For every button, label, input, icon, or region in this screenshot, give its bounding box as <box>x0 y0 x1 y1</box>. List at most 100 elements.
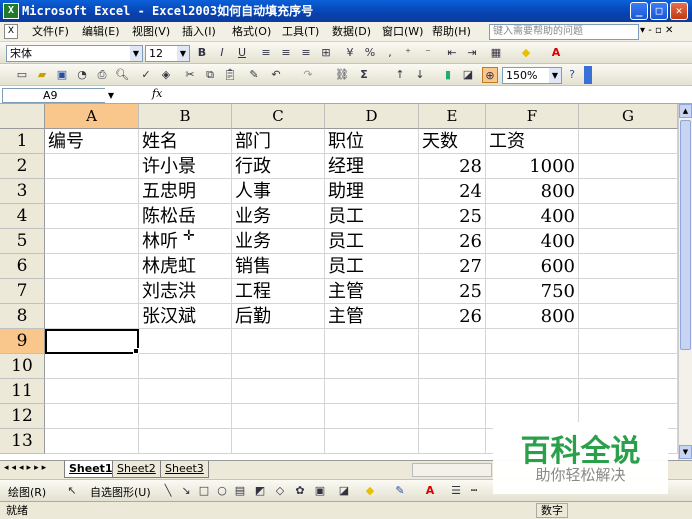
sheet-cell[interactable] <box>139 379 232 404</box>
sort-descending-icon[interactable]: ↓ <box>412 67 428 83</box>
picture-insert-icon[interactable]: ◪ <box>336 483 352 499</box>
sheet-cell[interactable] <box>579 254 678 279</box>
textbox-icon[interactable]: ▤ <box>232 483 248 499</box>
research-icon[interactable]: ◈ <box>158 67 174 83</box>
permission-icon[interactable]: ◔ <box>74 67 90 83</box>
scroll-down-icon[interactable]: ▼ <box>679 445 692 459</box>
menu-edit[interactable]: 编辑(E) <box>82 24 120 40</box>
sheet-cell[interactable]: 后勤 <box>232 304 325 329</box>
horizontal-scrollbar[interactable] <box>412 463 492 477</box>
fill-color-icon[interactable]: ◆ <box>518 45 534 61</box>
help-icon[interactable]: ? <box>564 67 580 83</box>
sort-ascending-icon[interactable]: ↑ <box>392 67 408 83</box>
sheet-cell[interactable] <box>325 429 419 454</box>
row-header[interactable]: 4 <box>0 204 45 229</box>
sheet-cell[interactable]: 工程 <box>232 279 325 304</box>
merge-center-icon[interactable]: ⊞ <box>318 45 334 61</box>
format-painter-icon[interactable]: ✎ <box>246 67 262 83</box>
spelling-icon[interactable]: ✓ <box>138 67 154 83</box>
tab-sheet2[interactable]: Sheet2 <box>112 461 161 478</box>
menu-help[interactable]: 帮助(H) <box>432 24 471 40</box>
sheet-cell[interactable] <box>45 304 139 329</box>
hyperlink-icon[interactable]: ⛓ <box>334 67 350 83</box>
drawing-icon[interactable]: ◪ <box>460 67 476 83</box>
dash-style-icon[interactable]: ┅ <box>466 483 482 499</box>
tab-scroll-icons[interactable]: ◂◂◂▸▸▸ <box>4 463 49 473</box>
scroll-thumb[interactable] <box>680 120 691 350</box>
fill-handle[interactable] <box>133 348 139 354</box>
menu-file[interactable]: 文件(F) <box>32 24 69 40</box>
row-header[interactable]: 7 <box>0 279 45 304</box>
sheet-cell[interactable] <box>45 429 139 454</box>
oval-icon[interactable]: ○ <box>214 483 230 499</box>
sheet-cell[interactable]: 600 <box>486 254 579 279</box>
close-icon[interactable]: ✕ <box>670 2 688 20</box>
fx-icon[interactable]: fx <box>152 87 162 100</box>
chevron-down-icon[interactable]: ▼ <box>105 88 117 103</box>
excel-icon[interactable]: X <box>3 3 19 19</box>
name-box[interactable]: A9 ▼ <box>2 88 117 103</box>
sheet-cell[interactable]: 经理 <box>325 154 419 179</box>
picture-icon[interactable]: ▣ <box>312 483 328 499</box>
worksheet-grid[interactable]: ABCDEFG 1 2 3 4 5 6 7 8 9 10 11 12 13 编号 姓名 部门 职位 天数 工资 许小… <box>0 104 678 460</box>
row-header[interactable]: 2 <box>0 154 45 179</box>
sheet-cell[interactable]: 1000 <box>486 154 579 179</box>
sheet-cell[interactable] <box>419 354 486 379</box>
menu-controls-icon[interactable]: ▾ - ▫ ✕ <box>640 25 673 36</box>
sheet-cell[interactable]: 27 <box>419 254 486 279</box>
sheet-cell[interactable] <box>45 229 139 254</box>
sheet-cell[interactable] <box>579 304 678 329</box>
menu-tools[interactable]: 工具(T) <box>282 24 319 40</box>
sheet-cell[interactable]: 编号 <box>45 129 139 154</box>
sheet-cell[interactable] <box>232 379 325 404</box>
arrow-icon[interactable]: ↘ <box>178 483 194 499</box>
row-header[interactable]: 9 <box>0 329 45 354</box>
sheet-cell[interactable] <box>579 179 678 204</box>
sheet-cell[interactable] <box>45 354 139 379</box>
sheet-cell[interactable]: 职位 <box>325 129 419 154</box>
sheet-cell[interactable] <box>325 404 419 429</box>
column-header[interactable]: D <box>325 104 419 129</box>
cut-icon[interactable]: ✂ <box>182 67 198 83</box>
sheet-cell[interactable]: 许小景 <box>139 154 232 179</box>
column-header[interactable]: G <box>579 104 678 129</box>
chevron-down-icon[interactable]: ▼ <box>130 46 142 61</box>
sheet-cell[interactable] <box>139 429 232 454</box>
sheet-cell[interactable]: 张汉斌 <box>139 304 232 329</box>
sheet-cell[interactable]: 主管 <box>325 279 419 304</box>
paste-icon[interactable]: 📋︎ <box>222 67 238 83</box>
column-header[interactable]: B <box>139 104 232 129</box>
font-color-icon[interactable]: A <box>422 483 438 499</box>
sheet-cell[interactable] <box>45 254 139 279</box>
sheet-cell[interactable] <box>325 329 419 354</box>
redo-icon[interactable]: ↷ <box>300 67 316 83</box>
sheet-cell[interactable]: 26 <box>419 304 486 329</box>
sheet-cell[interactable]: 销售 <box>232 254 325 279</box>
sheet-cell[interactable]: 业务 <box>232 204 325 229</box>
open-folder-icon[interactable]: ▰ <box>34 67 50 83</box>
chevron-down-icon[interactable]: ▼ <box>549 68 561 83</box>
line-style-icon[interactable]: ☰ <box>448 483 464 499</box>
menu-window[interactable]: 窗口(W) <box>382 24 423 40</box>
maximize-icon[interactable]: □ <box>650 2 668 20</box>
menu-data[interactable]: 数据(D) <box>332 24 371 40</box>
font-color-icon[interactable]: A <box>548 45 564 61</box>
fill-color-icon[interactable]: ◆ <box>362 483 378 499</box>
sheet-cell[interactable] <box>419 379 486 404</box>
vertical-scrollbar[interactable]: ▲ ▼ <box>678 104 692 460</box>
font-size-select[interactable]: 12 ▼ <box>145 45 190 62</box>
currency-icon[interactable]: ¥ <box>342 45 358 61</box>
sheet-cell[interactable]: 800 <box>486 304 579 329</box>
sheet-cell[interactable]: 26 <box>419 229 486 254</box>
row-header[interactable]: 12 <box>0 404 45 429</box>
align-left-icon[interactable]: ≡ <box>258 45 274 61</box>
sheet-cell[interactable] <box>579 129 678 154</box>
tab-sheet3[interactable]: Sheet3 <box>160 461 209 478</box>
row-header[interactable]: 10 <box>0 354 45 379</box>
draw-menu[interactable]: 绘图(R) <box>8 484 46 500</box>
row-header[interactable]: 1 <box>0 129 45 154</box>
diagram-icon[interactable]: ◇ <box>272 483 288 499</box>
indent-icon[interactable]: ⇥ <box>464 45 480 61</box>
sheet-cell[interactable]: 750 <box>486 279 579 304</box>
autosum-icon[interactable]: Σ <box>356 67 372 83</box>
